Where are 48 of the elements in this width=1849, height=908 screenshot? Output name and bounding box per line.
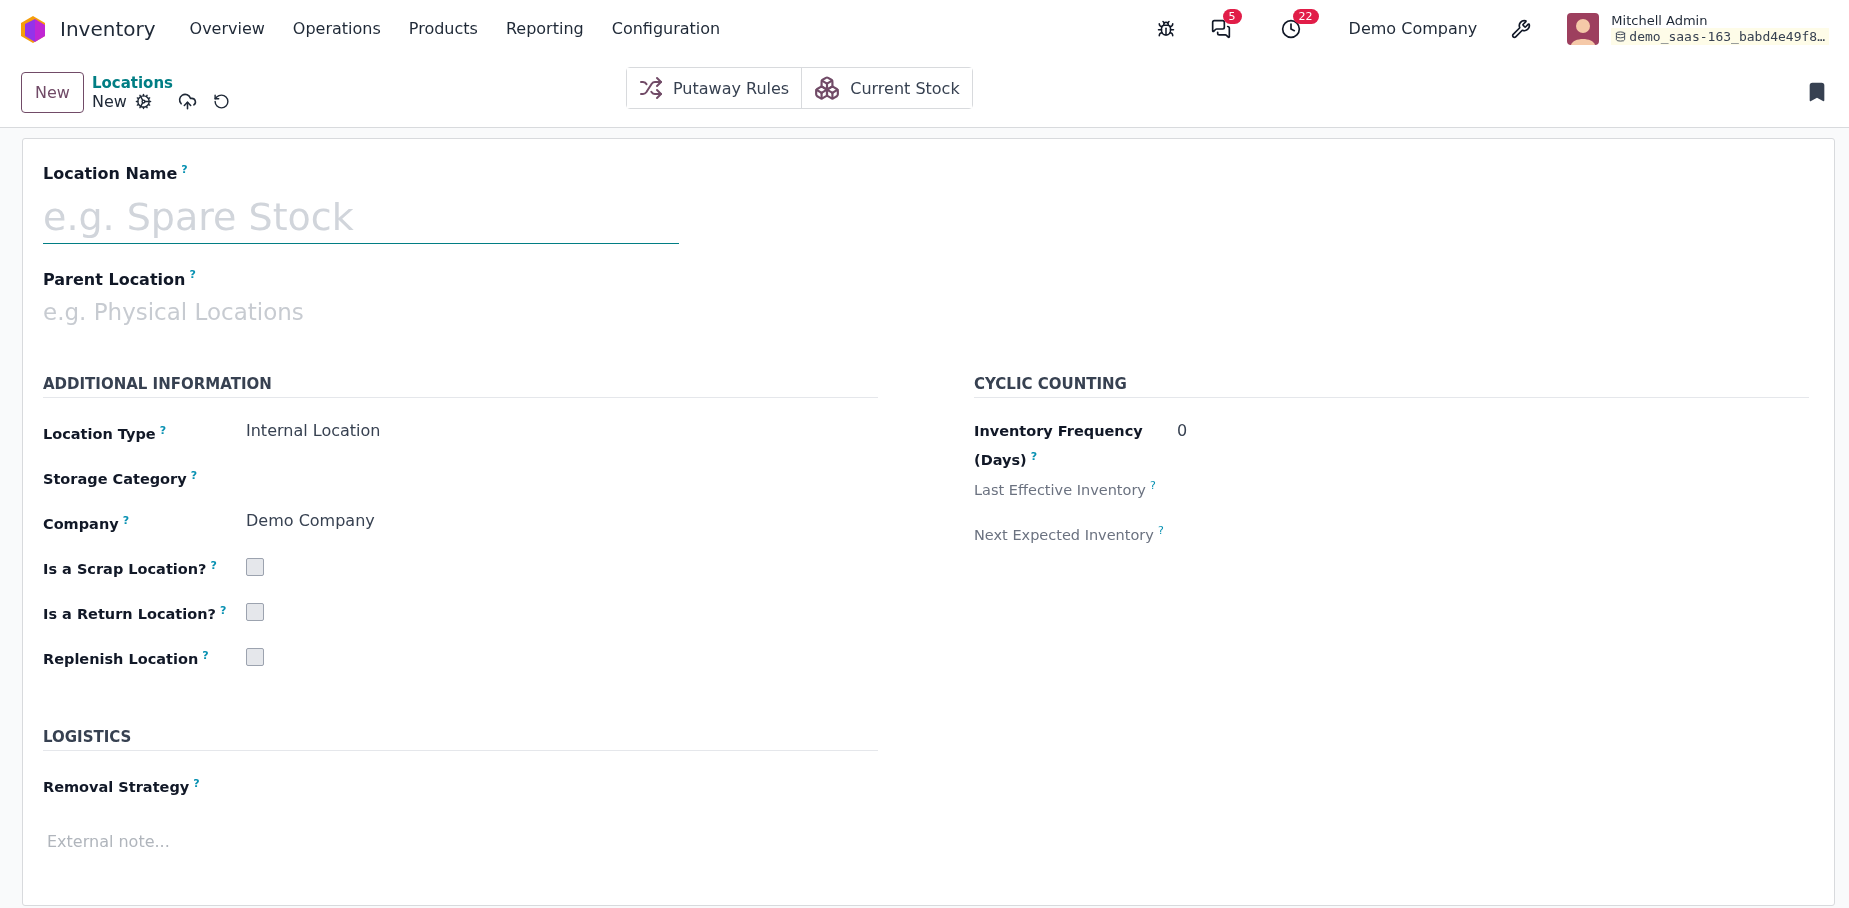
field-label: Is a Scrap Location? $^{?}$ (43, 561, 217, 578)
field-label: Replenish Location $^{?}$ (43, 651, 209, 668)
message-count: 5 (1222, 8, 1242, 24)
field-label: Location Type $^{?}$ (43, 426, 167, 443)
field-label: Last Effective Inventory $^{?}$ (974, 482, 1156, 499)
database-name: demo_saas-163_babd4e49f8… (1611, 27, 1829, 45)
activity-count: 22 (1292, 8, 1319, 24)
field-value[interactable]: Internal Location (246, 420, 381, 440)
user-avatar[interactable] (1567, 12, 1600, 45)
field-value[interactable]: 0 (1177, 420, 1188, 440)
settings-icon[interactable] (134, 92, 152, 110)
menu-item[interactable]: Configuration (599, 19, 733, 38)
tools-icon[interactable] (1511, 18, 1532, 39)
field-label: Is a Return Location? $^{?}$ (43, 606, 227, 623)
database-icon (1615, 30, 1627, 42)
cloud-upload-icon[interactable] (177, 91, 197, 111)
undo-icon[interactable] (212, 92, 230, 110)
breadcrumb-link[interactable]: Locations (91, 73, 230, 92)
field-label: Next Expected Inventory $^{?}$ (974, 527, 1164, 544)
field-label: Location Name $^{?}$ (43, 164, 188, 184)
company-switcher[interactable]: Demo Company (1348, 19, 1478, 38)
field-value[interactable]: Demo Company (246, 510, 375, 530)
field-label: Company $^{?}$ (43, 516, 130, 533)
user-name[interactable]: Mitchell Admin (1611, 12, 1829, 28)
menu-item[interactable]: Overview (177, 19, 277, 38)
checkbox[interactable] (246, 602, 264, 621)
cubes-icon (814, 75, 841, 101)
field-label: Parent Location $^{?}$ (43, 269, 196, 289)
section-heading: ADDITIONAL INFORMATION (43, 374, 878, 398)
checkbox[interactable] (246, 647, 264, 666)
app-name[interactable]: Inventory (60, 16, 156, 41)
hexagon-logo-icon[interactable] (20, 14, 46, 43)
record-title: New (91, 91, 127, 111)
chat-icon[interactable] (1210, 18, 1231, 39)
menu-item[interactable]: Operations (280, 19, 393, 38)
field-label: Storage Category $^{?}$ (43, 471, 198, 488)
field-label: Removal Strategy $^{?}$ (43, 779, 200, 796)
field-label: Inventory Frequency (Days) $^{?}$ (974, 422, 1143, 469)
new-button[interactable]: New (21, 71, 84, 113)
smart-button[interactable]: Current Stock (801, 68, 972, 108)
clock-icon[interactable] (1280, 18, 1301, 39)
checkbox[interactable] (246, 557, 264, 576)
menu-item[interactable]: Reporting (493, 19, 596, 38)
shuffle-icon (639, 76, 663, 100)
bug-icon[interactable] (1156, 19, 1175, 38)
section-heading: CYCLIC COUNTING (974, 374, 1809, 398)
menu-item[interactable]: Products (396, 19, 490, 38)
section-heading: LOGISTICS (43, 727, 878, 751)
